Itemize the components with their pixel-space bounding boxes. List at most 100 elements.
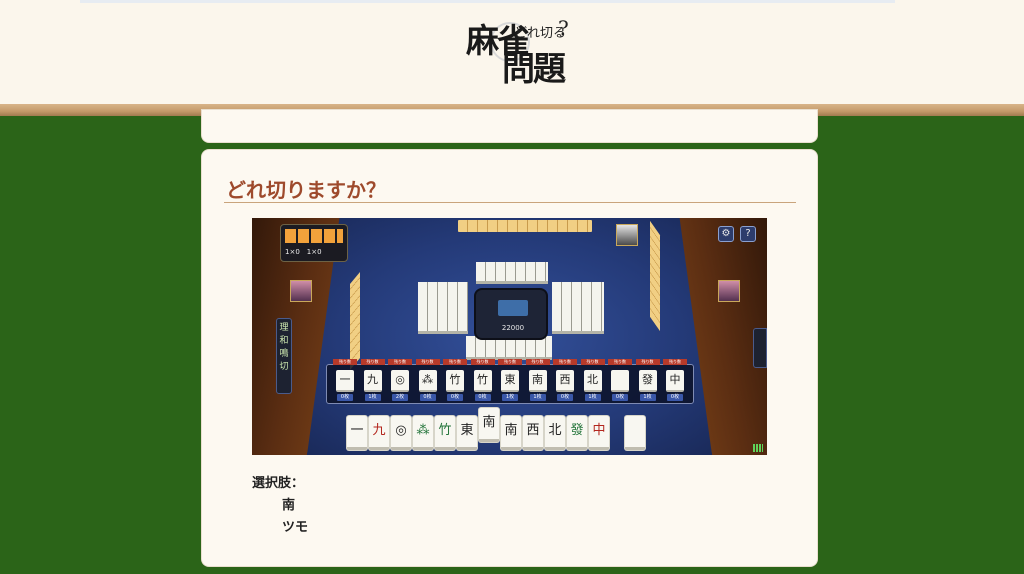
site-header: 麻雀 どれ切る ? 問題: [0, 0, 1024, 105]
remaining-tile: 西: [556, 370, 574, 392]
hand-tile[interactable]: 南: [501, 416, 521, 450]
hand-tile[interactable]: 西: [523, 416, 543, 450]
center-score: 22000: [501, 324, 525, 332]
remaining-tile: [611, 370, 629, 392]
hand-tile[interactable]: 一: [347, 416, 367, 450]
remaining-count: 0枚: [337, 394, 353, 401]
remaining-tile: 中: [666, 370, 684, 392]
remaining-tile-cell: 残り数 0枚: [608, 359, 632, 405]
remaining-tile-cell: 残り数一 0枚: [333, 359, 357, 405]
question-title: どれ切りますか？: [226, 178, 386, 202]
remaining-caption: 残り数: [388, 359, 412, 365]
remaining-caption: 残り数: [608, 359, 632, 365]
remaining-count: 1枚: [364, 394, 381, 401]
remaining-caption: 残り数: [525, 359, 550, 365]
drawn-tile[interactable]: [625, 416, 645, 450]
hand-tile[interactable]: 東: [457, 416, 477, 450]
remaining-tile-cell: 残り数竹 0枚: [470, 359, 495, 405]
hand-tile[interactable]: 中: [589, 416, 609, 450]
side-menu-item[interactable]: 切: [277, 361, 291, 374]
help-button[interactable]: ?: [740, 226, 756, 242]
remaining-count: 1枚: [639, 394, 656, 401]
remaining-caption: 残り数: [635, 359, 660, 365]
opponent-wall-left: [350, 272, 360, 370]
remaining-caption: 残り数: [415, 359, 440, 365]
remaining-tile-cell: 残り数 ⁂ 0枚: [415, 359, 440, 405]
remaining-tile-cell: 残り数 ◎ 2枚: [388, 359, 412, 405]
discard-pile-top: [476, 262, 548, 284]
remaining-caption: 残り数: [333, 359, 357, 365]
remaining-tile-cell: 残り数中 0枚: [663, 359, 687, 405]
side-menu-item[interactable]: 理: [277, 322, 291, 335]
hand-tile[interactable]: 竹: [435, 416, 455, 450]
remaining-tile-cell: 残り数東 1枚: [498, 359, 522, 405]
hand-tile[interactable]: ⁂: [413, 416, 433, 450]
question-card: どれ切りますか？ 22000 1×0 1×0 ⚙ ? 理 和 鳴 切 残り数 一…: [202, 150, 817, 566]
remaining-tile: 南: [528, 370, 547, 392]
remaining-tile: 竹: [473, 370, 492, 392]
remaining-tile-cell: 残り数北 1枚: [580, 359, 605, 405]
option-1[interactable]: 南: [282, 494, 295, 513]
remaining-tile-cell: 残り数西 0枚: [553, 359, 577, 405]
player-avatar-top[interactable]: [616, 224, 638, 246]
player-avatar-left[interactable]: [290, 280, 312, 302]
remaining-tile-cell: 残り数發 1枚: [635, 359, 660, 405]
remaining-count: 0枚: [419, 394, 436, 401]
side-menu[interactable]: 理 和 鳴 切: [276, 318, 292, 394]
hand-tile[interactable]: 北: [545, 416, 565, 450]
scoreboard-counts: 1×0 1×0: [285, 248, 322, 256]
remaining-tile: ⁂: [418, 370, 437, 392]
center-info-panel: 22000: [474, 288, 548, 340]
hand-tile[interactable]: 九: [369, 416, 389, 450]
remaining-tile: 北: [583, 370, 602, 392]
scoreboard: 1×0 1×0: [280, 224, 348, 262]
remaining-caption: 残り数: [360, 359, 385, 365]
dora-indicator-slots: [285, 229, 343, 243]
side-menu-item[interactable]: 和: [277, 335, 291, 348]
browser-strip: [80, 0, 895, 3]
player-avatar-right[interactable]: [718, 280, 740, 302]
remaining-tile: 竹: [446, 370, 464, 392]
remaining-tiles-panel: 残り数一 0枚 残り数九 1枚 残り数 ◎ 2枚 残り数 ⁂ 0枚 残り数竹 0枚 残り数竹 0枚 残り数東…: [326, 359, 694, 405]
remaining-tile: 九: [363, 370, 382, 392]
remaining-caption: 残り数: [443, 359, 467, 365]
gear-icon[interactable]: ⚙: [718, 226, 734, 242]
remaining-tile-cell: 残り数竹 0枚: [443, 359, 467, 405]
opponent-wall-top: [458, 220, 592, 232]
signal-icon: [753, 444, 763, 452]
remaining-caption: 残り数: [498, 359, 522, 365]
remaining-count: 0枚: [447, 394, 463, 401]
emoji-button[interactable]: [753, 328, 767, 368]
site-logo[interactable]: 麻雀 どれ切る ? 問題: [462, 16, 574, 88]
remaining-tile: 一: [336, 370, 354, 392]
side-menu-item[interactable]: 鳴: [277, 348, 291, 361]
remaining-caption: 残り数: [553, 359, 577, 365]
hand-tile[interactable]: 發: [567, 416, 587, 450]
logo-text-main-2: 問題: [502, 49, 566, 88]
option-2[interactable]: ツモ: [282, 516, 308, 535]
remaining-count: 1枚: [529, 394, 546, 401]
remaining-caption: 残り数: [580, 359, 605, 365]
remaining-count: 0枚: [612, 394, 628, 401]
remaining-tile-cell: 残り数九 1枚: [360, 359, 385, 405]
title-divider: [224, 202, 796, 203]
options-label: 選択肢：: [252, 476, 305, 491]
remaining-count: 0枚: [667, 394, 683, 401]
discard-pile-right: [552, 282, 604, 334]
player-hand[interactable]: 一九 ◎ ⁂ 竹東南南西北發中: [347, 408, 647, 454]
remaining-caption: 残り数: [470, 359, 495, 365]
previous-card: [202, 110, 817, 142]
remaining-count: 0枚: [474, 394, 491, 401]
opponent-wall-right: [650, 220, 660, 332]
remaining-count: 1枚: [584, 394, 601, 401]
remaining-tile: ◎: [391, 370, 409, 392]
remaining-tile: 發: [638, 370, 657, 392]
discard-pile-left: [418, 282, 468, 334]
hand-tile[interactable]: ◎: [391, 416, 411, 450]
remaining-count: 1枚: [502, 394, 518, 401]
logo-question-mark: ?: [558, 16, 569, 40]
remaining-tile: 東: [501, 370, 519, 392]
remaining-tile-cell: 残り数南 1枚: [525, 359, 550, 405]
remaining-caption: 残り数: [663, 359, 687, 365]
hand-tile[interactable]: 南: [479, 408, 499, 442]
